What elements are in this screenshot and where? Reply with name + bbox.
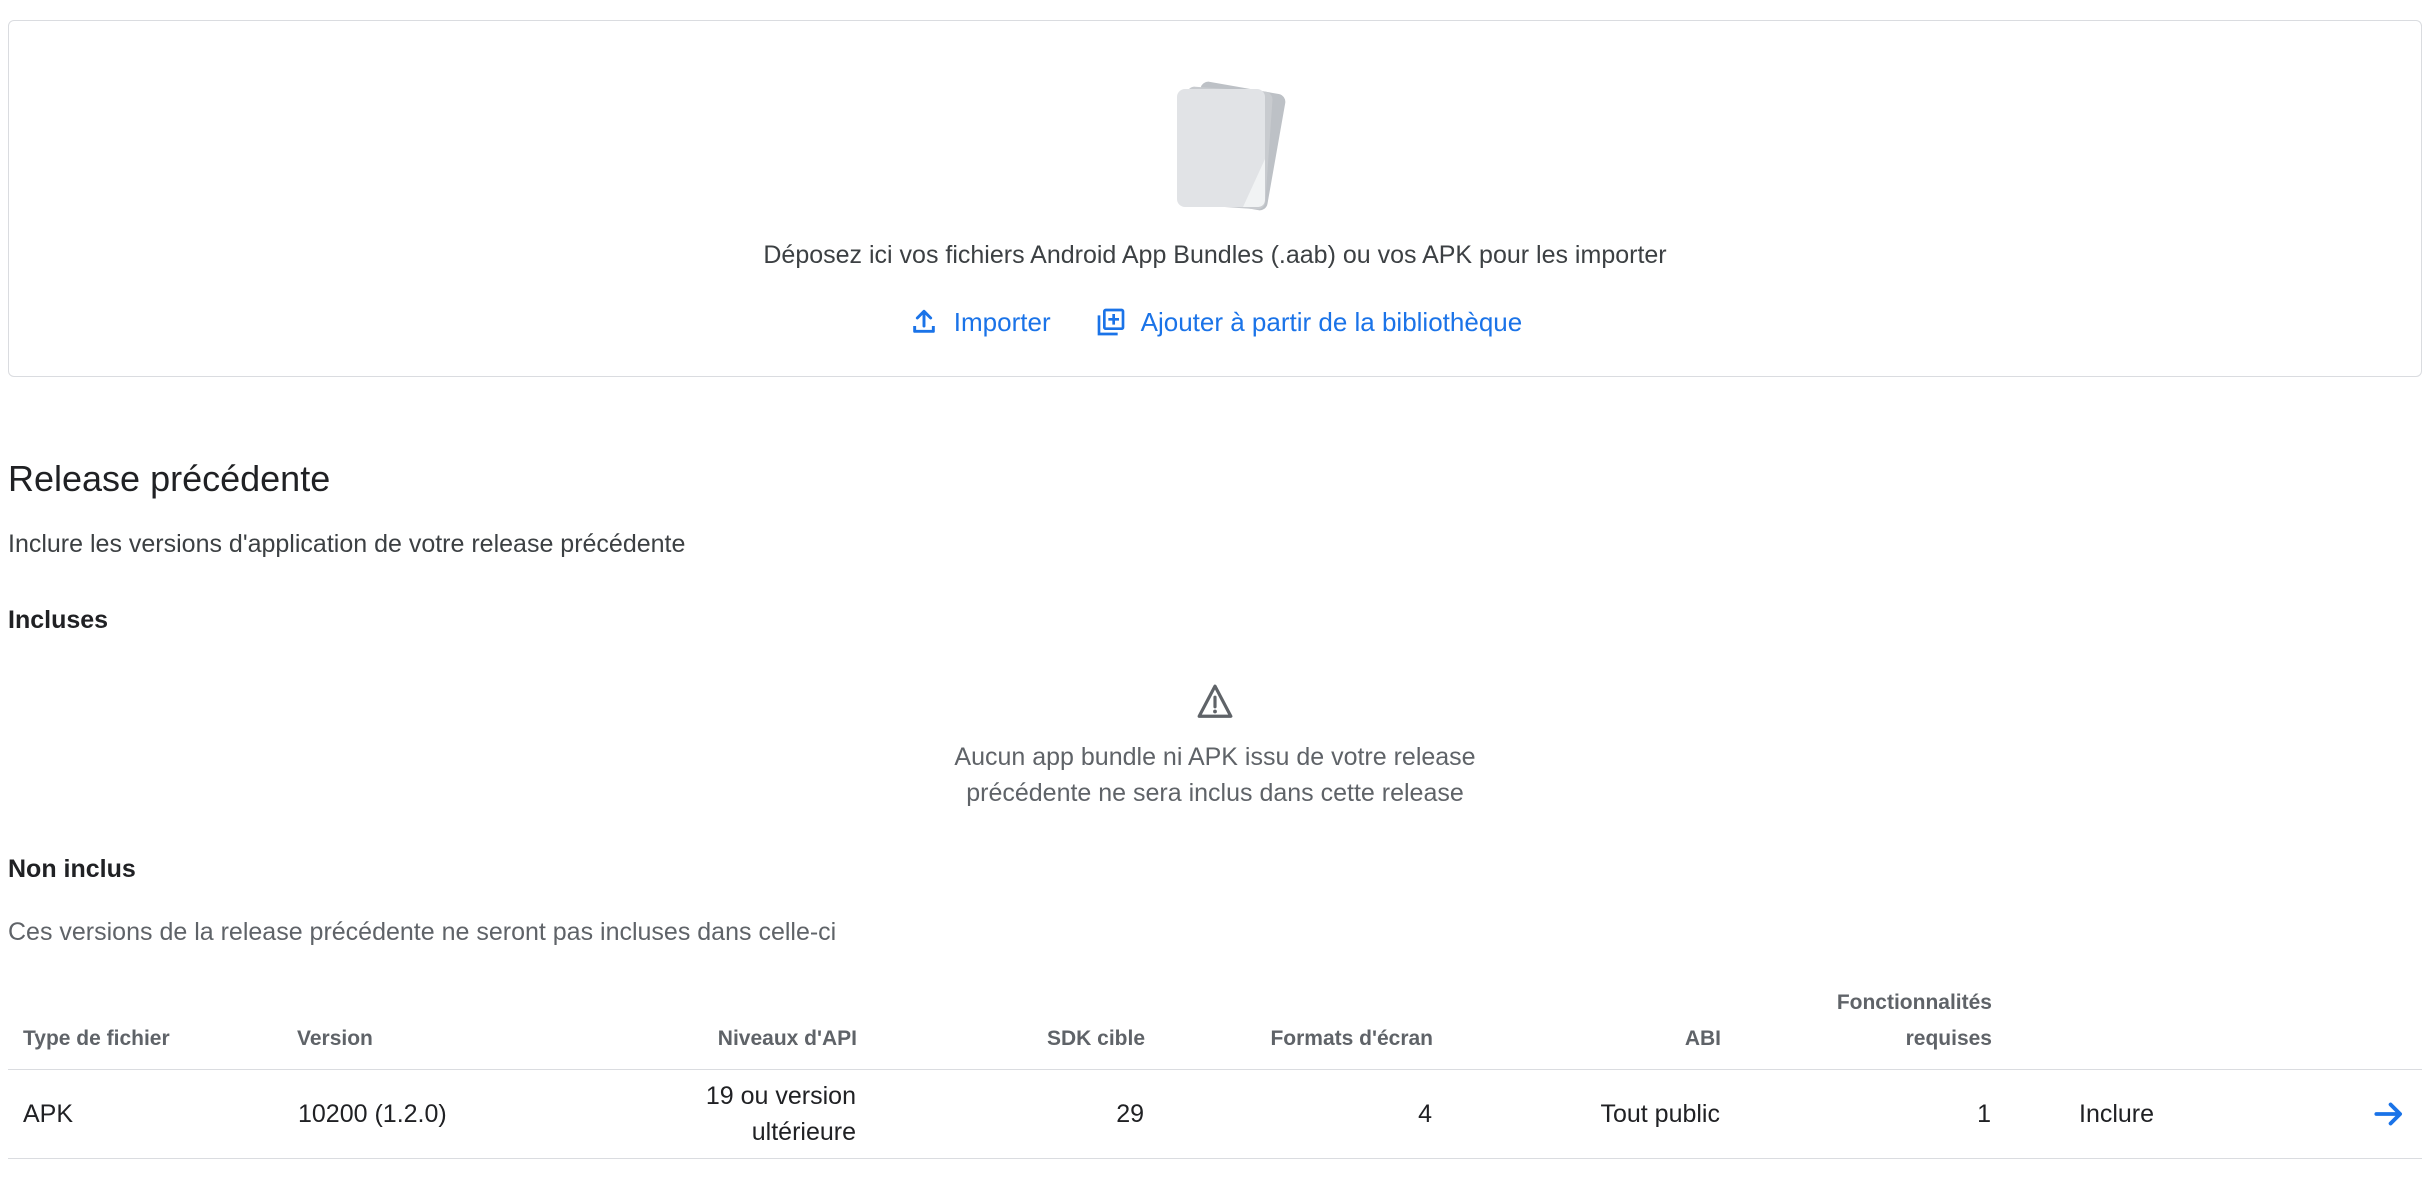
upload-dropzone[interactable]: Déposez ici vos fichiers Android App Bun…: [8, 20, 2422, 377]
header-action: [1992, 985, 2248, 1070]
upload-icon: [912, 309, 935, 333]
cell-screen-formats: 4: [1145, 1069, 1433, 1159]
cell-api-line-2: ultérieure: [751, 1118, 856, 1146]
empty-state-line-1: Aucun app bundle ni APK issu de votre re…: [954, 743, 1476, 771]
warning-icon: [1197, 684, 1233, 718]
table-header-row: Type de fichier Version Niveaux d'API SD…: [8, 985, 2422, 1070]
included-heading: Incluses: [8, 606, 109, 634]
header-features-line-1: Fonctionnalités: [1836, 991, 1992, 1014]
header-screen-formats: Formats d'écran: [1145, 985, 1433, 1070]
cell-abi: Tout public: [1433, 1069, 1721, 1159]
header-arrow: [2248, 985, 2422, 1070]
dropzone-message: Déposez ici vos fichiers Android App Bun…: [763, 241, 1667, 269]
file-stack-icon: [1177, 81, 1286, 211]
cell-required-features: 1: [1721, 1069, 1992, 1159]
header-abi: ABI: [1433, 985, 1721, 1070]
header-file-type: Type de fichier: [8, 985, 297, 1070]
table-row[interactable]: APK 10200 (1.2.0) 19 ou version ultérieu…: [8, 1069, 2422, 1159]
header-version: Version: [297, 985, 557, 1070]
library-add-icon: [1097, 308, 1124, 336]
cell-target-sdk: 29: [857, 1069, 1145, 1159]
included-empty-state: Aucun app bundle ni APK issu de votre re…: [0, 683, 2430, 811]
empty-state-message: Aucun app bundle ni APK issu de votre re…: [915, 739, 1515, 811]
cell-api-levels: 19 ou version ultérieure: [557, 1069, 857, 1159]
previous-release-title: Release précédente: [8, 458, 331, 499]
cell-file-type: APK: [8, 1069, 297, 1159]
add-from-library-button[interactable]: Ajouter à partir de la bibliothèque: [1095, 306, 1523, 338]
cell-api-line-1: 19 ou version: [705, 1082, 856, 1110]
row-details-cell[interactable]: [2248, 1069, 2422, 1159]
header-api-levels: Niveaux d'API: [557, 985, 857, 1070]
previous-release-subtitle: Inclure les versions d'application de vo…: [8, 530, 686, 558]
not-included-heading: Non inclus: [8, 855, 136, 883]
empty-state-line-2: précédente ne sera inclus dans cette rel…: [966, 779, 1464, 807]
page: Déposez ici vos fichiers Android App Bun…: [0, 0, 2430, 1180]
arrow-forward-icon[interactable]: [2370, 1095, 2408, 1133]
dropzone-actions: Importer Ajouter à partir de la biblioth…: [9, 306, 2421, 338]
not-included-description: Ces versions de la release précédente ne…: [8, 918, 837, 946]
versions-table: Type de fichier Version Niveaux d'API SD…: [8, 985, 2422, 1159]
cell-version: 10200 (1.2.0): [297, 1069, 557, 1159]
header-target-sdk: SDK cible: [857, 985, 1145, 1070]
include-button[interactable]: Inclure: [1992, 1069, 2248, 1159]
header-required-features: Fonctionnalités requises: [1721, 985, 1992, 1070]
import-button[interactable]: Importer: [908, 306, 1051, 338]
add-from-library-label: Ajouter à partir de la bibliothèque: [1140, 306, 1523, 337]
header-features-line-2: requises: [1905, 1027, 1992, 1050]
import-label: Importer: [953, 306, 1051, 337]
